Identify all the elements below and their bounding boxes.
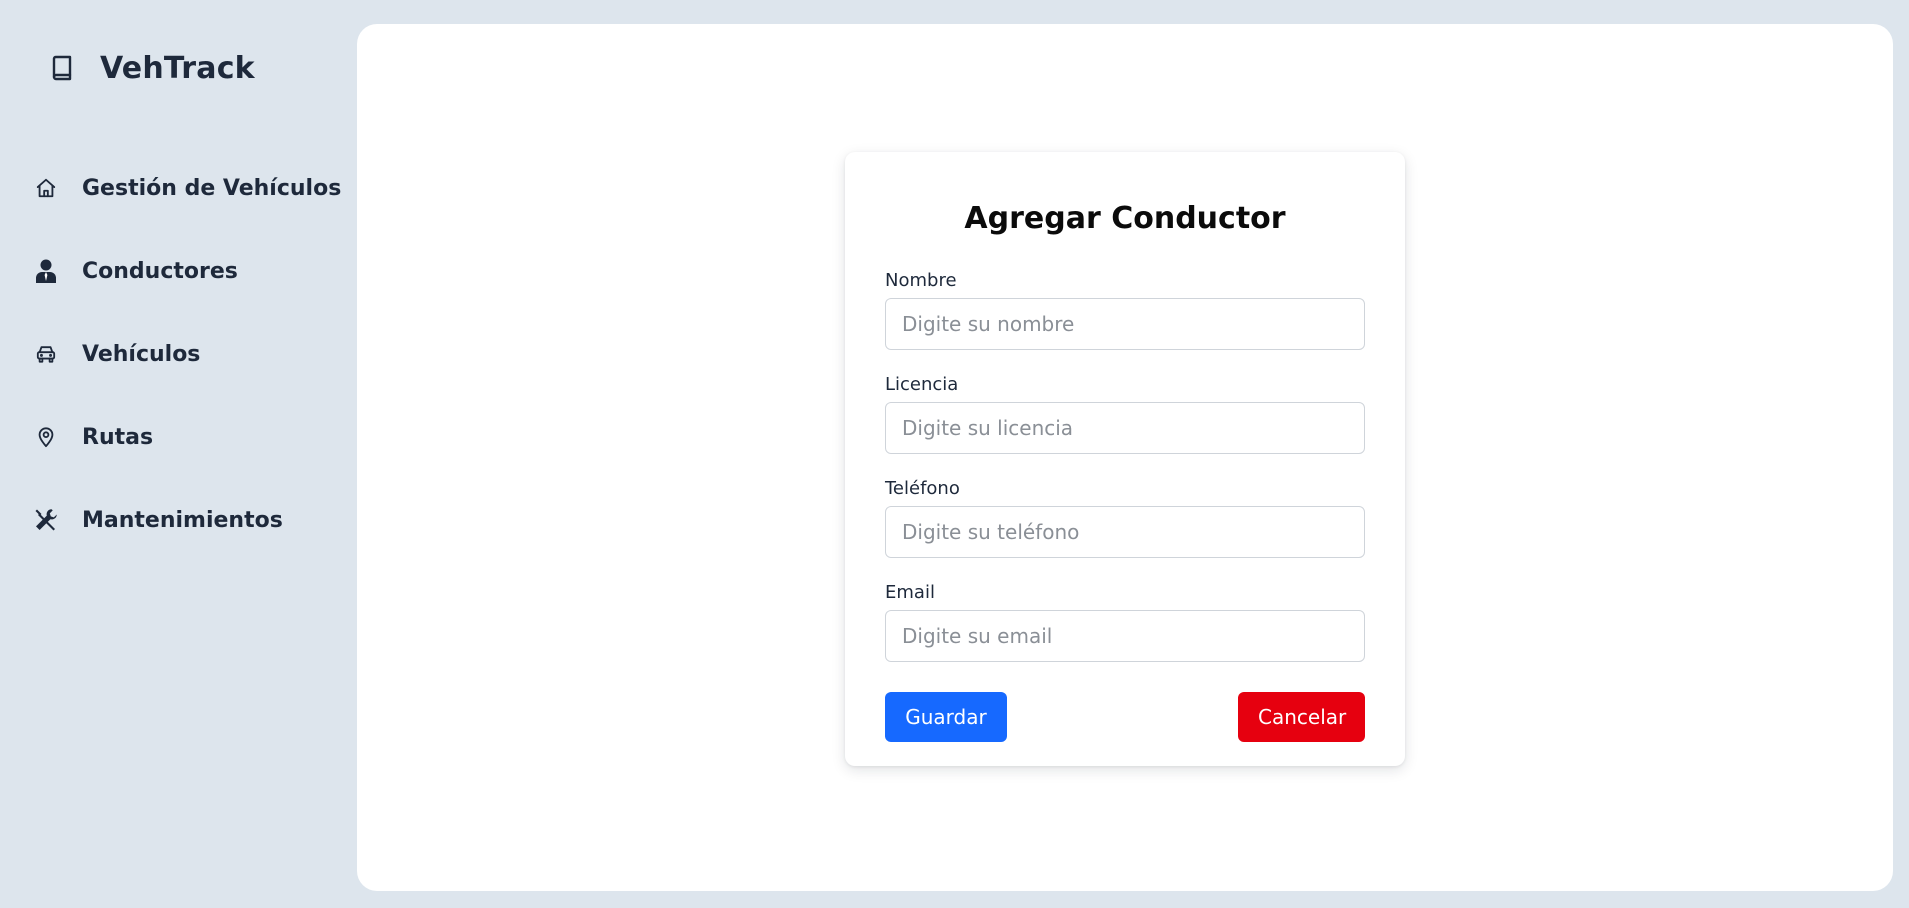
add-driver-form: Agregar Conductor Nombre Licencia Teléfo… xyxy=(845,152,1405,766)
map-pin-icon xyxy=(34,425,58,449)
car-icon xyxy=(34,342,58,366)
name-input[interactable] xyxy=(885,298,1365,350)
tools-icon xyxy=(34,508,58,532)
form-title: Agregar Conductor xyxy=(964,201,1286,236)
sidebar-nav: Gestión de Vehículos Conductores Vehícul… xyxy=(34,166,354,581)
name-label: Nombre xyxy=(885,270,957,291)
email-label: Email xyxy=(885,582,935,603)
sidebar-item-label: Mantenimientos xyxy=(82,507,283,533)
license-input[interactable] xyxy=(885,402,1365,454)
sidebar-item-vehiculos[interactable]: Vehículos xyxy=(34,332,354,376)
book-icon xyxy=(48,54,76,82)
cancel-button[interactable]: Cancelar xyxy=(1238,692,1365,742)
sidebar: VehTrack Gestión de Vehículos Conductore… xyxy=(0,0,357,908)
app: VehTrack Gestión de Vehículos Conductore… xyxy=(0,0,1909,908)
phone-field-group: Teléfono xyxy=(885,478,1365,558)
user-icon xyxy=(34,259,58,283)
license-label: Licencia xyxy=(885,374,959,395)
sidebar-item-label: Conductores xyxy=(82,258,238,284)
name-field-group: Nombre xyxy=(885,270,1365,350)
brand[interactable]: VehTrack xyxy=(48,48,255,88)
email-input[interactable] xyxy=(885,610,1365,662)
form-fields: Nombre Licencia Teléfono Email xyxy=(885,270,1365,662)
sidebar-item-label: Vehículos xyxy=(82,341,201,367)
sidebar-item-conductores[interactable]: Conductores xyxy=(34,249,354,293)
sidebar-item-mantenimientos[interactable]: Mantenimientos xyxy=(34,498,354,542)
main-panel: Agregar Conductor Nombre Licencia Teléfo… xyxy=(357,24,1893,891)
phone-input[interactable] xyxy=(885,506,1365,558)
save-button[interactable]: Guardar xyxy=(885,692,1007,742)
sidebar-item-rutas[interactable]: Rutas xyxy=(34,415,354,459)
brand-title: VehTrack xyxy=(100,50,255,86)
email-field-group: Email xyxy=(885,582,1365,662)
home-icon xyxy=(34,176,58,200)
license-field-group: Licencia xyxy=(885,374,1365,454)
sidebar-item-label: Gestión de Vehículos xyxy=(82,175,342,201)
sidebar-item-gestion-vehiculos[interactable]: Gestión de Vehículos xyxy=(34,166,354,210)
sidebar-item-label: Rutas xyxy=(82,424,154,450)
form-actions: Guardar Cancelar xyxy=(885,692,1365,742)
phone-label: Teléfono xyxy=(885,478,960,499)
